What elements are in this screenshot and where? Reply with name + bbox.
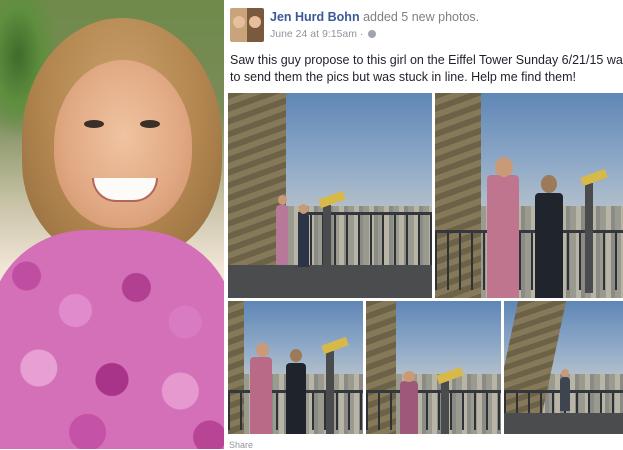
photo-2[interactable] <box>435 93 623 298</box>
couple-figure <box>400 381 418 434</box>
couple-figure <box>560 377 570 411</box>
woman-figure <box>298 213 309 267</box>
face <box>54 60 192 228</box>
left-eye <box>84 120 104 128</box>
globe-icon[interactable] <box>368 30 377 39</box>
telescope <box>441 381 449 434</box>
post-text-line-2: to send them the pics but was stuck in l… <box>230 70 577 84</box>
couple-heads <box>403 371 415 382</box>
photo-5[interactable] <box>504 301 623 434</box>
profile-photo-icon[interactable] <box>230 8 264 42</box>
man-head <box>278 195 287 205</box>
photo-4[interactable] <box>366 301 501 434</box>
portrait-photo <box>0 0 224 449</box>
telescope <box>323 205 331 267</box>
right-eye <box>140 120 160 128</box>
woman-figure <box>535 193 563 298</box>
woman-head <box>541 175 557 193</box>
avatar-face-right <box>249 16 261 28</box>
avatar-face-left <box>233 16 245 28</box>
man-figure <box>250 357 272 434</box>
photo-1[interactable] <box>228 93 432 298</box>
post-action-text: added 5 new photos. <box>363 10 480 24</box>
woman-head <box>299 204 308 214</box>
man-head <box>495 157 513 177</box>
post-meta: June 24 at 9:15am · <box>270 28 377 40</box>
railing <box>298 211 432 272</box>
photo-3[interactable] <box>228 301 363 434</box>
railing <box>435 229 623 290</box>
deck-floor <box>228 265 432 298</box>
post-text-line-1: Saw this guy propose to this girl on the… <box>230 53 623 67</box>
post-header: Jen Hurd Bohn added 5 new photos. <box>270 10 479 24</box>
railing <box>366 389 501 430</box>
woman-head <box>290 349 302 362</box>
telescope <box>585 183 593 293</box>
man-figure <box>276 205 288 265</box>
woman-figure <box>286 363 306 434</box>
couple-heads <box>561 369 569 377</box>
man-figure <box>487 175 519 298</box>
author-name-link[interactable]: Jen Hurd Bohn <box>270 10 360 24</box>
telescope <box>326 351 334 434</box>
meta-separator: · <box>359 28 364 40</box>
man-head <box>256 343 269 357</box>
flower-lei <box>0 230 224 449</box>
post-text: Saw this guy propose to this girl on the… <box>230 52 623 86</box>
deck-floor <box>504 412 623 434</box>
timestamp-link[interactable]: June 24 at 9:15am <box>270 28 357 40</box>
